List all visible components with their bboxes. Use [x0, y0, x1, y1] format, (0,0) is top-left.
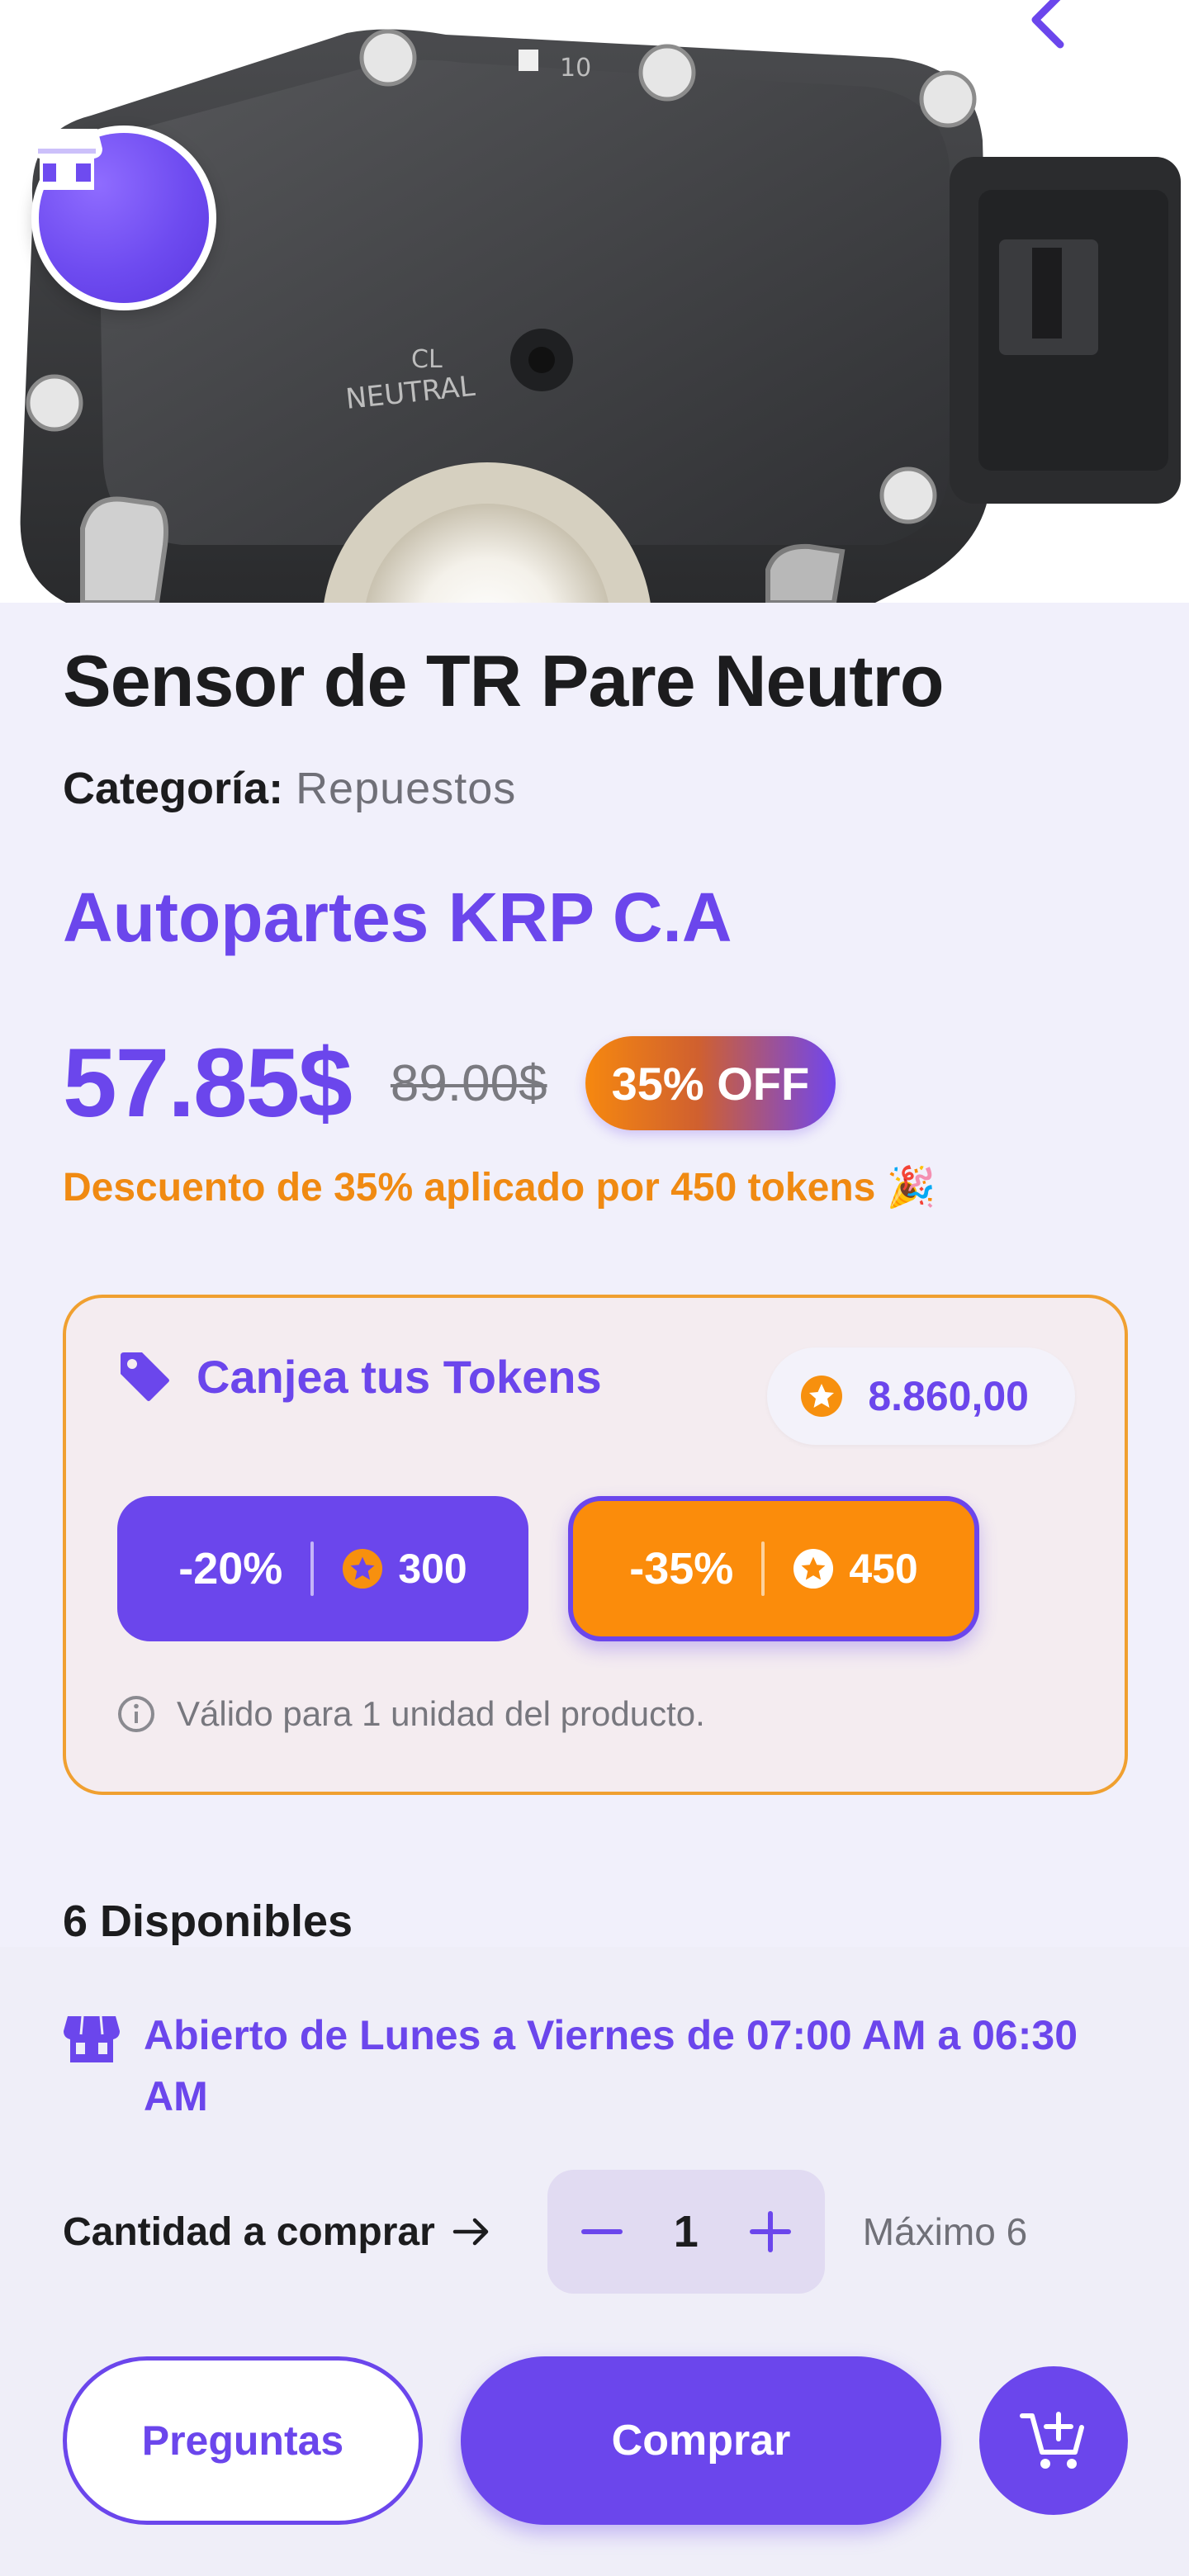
token-option-percent: -20%: [178, 1544, 283, 1593]
star-coin-icon: [343, 1548, 383, 1589]
tokens-card: Canjea tus Tokens 8.860,00 -20% 300 -35%: [63, 1295, 1128, 1795]
tokens-title: Canjea tus Tokens: [197, 1350, 602, 1403]
tag-icon: [121, 1352, 169, 1401]
store-avatar-button[interactable]: [31, 125, 216, 310]
store-hours: Abierto de Lunes a Viernes de 07:00 AM a…: [63, 2005, 1144, 2127]
quantity-stepper: 1: [547, 2170, 825, 2294]
questions-button[interactable]: Preguntas: [63, 2356, 423, 2525]
quantity-max: Máximo 6: [862, 2210, 1028, 2253]
current-price: 57.85$: [63, 1029, 353, 1138]
store-name-link[interactable]: Autopartes KRP C.A: [63, 872, 732, 963]
discount-badge: 35% OFF: [585, 1036, 836, 1130]
discount-note: Descuento de 35% aplicado por 450 tokens…: [63, 1166, 936, 1210]
star-coin-icon: [793, 1548, 834, 1589]
token-option-percent: -35%: [629, 1544, 734, 1593]
ten-embossed-label: 10: [560, 54, 591, 83]
token-option-divider: [310, 1541, 315, 1596]
original-price: 89.00$: [390, 1054, 547, 1112]
store-hours-text: Abierto de Lunes a Viernes de 07:00 AM a…: [144, 2012, 1078, 2119]
stock-available: 6 Disponibles: [63, 1896, 353, 1946]
cart-plus-icon: [1020, 2412, 1084, 2469]
product-category: Categoría: Repuestos: [63, 760, 516, 817]
tokens-note-text: Válido para 1 unidad del producto.: [177, 1694, 705, 1733]
store-icon: [31, 129, 102, 190]
switch-illustration: NEUTRAL CL 10: [20, 29, 1181, 603]
category-label: Categoría:: [63, 764, 284, 813]
token-option-divider: [761, 1541, 765, 1596]
quantity-label: Cantidad a comprar: [63, 2209, 435, 2254]
quantity-row: Cantidad a comprar 1 Máximo 6: [63, 2170, 1136, 2294]
cl-embossed-label: CL: [411, 345, 443, 374]
buy-button[interactable]: Comprar: [461, 2356, 941, 2525]
arrow-right-icon: [452, 2218, 489, 2246]
add-to-cart-button[interactable]: [979, 2366, 1128, 2515]
product-detail-screen: NEUTRAL CL 10 Sensor de TR Pare Neutro C…: [0, 0, 1189, 2576]
plus-icon[interactable]: [749, 2210, 792, 2253]
purchase-sheet: Abierto de Lunes a Viernes de 07:00 AM a…: [0, 1947, 1189, 2576]
star-coin-icon: [801, 1376, 843, 1417]
product-title: Sensor de TR Pare Neutro: [63, 640, 945, 722]
category-value: Repuestos: [296, 764, 517, 813]
product-image: NEUTRAL CL 10: [0, 0, 1189, 603]
minus-icon[interactable]: [580, 2210, 623, 2253]
token-option-35[interactable]: -35% 450: [568, 1496, 979, 1641]
tokens-header: Canjea tus Tokens: [117, 1349, 602, 1404]
token-option-cost: 300: [398, 1546, 467, 1592]
token-option-20[interactable]: -20% 300: [117, 1496, 528, 1641]
token-option-cost: 450: [849, 1546, 918, 1592]
back-button[interactable]: [1024, 0, 1106, 58]
chevron-left-icon: [1031, 0, 1064, 49]
store-icon: [64, 2015, 120, 2062]
quantity-value: 1: [673, 2207, 699, 2256]
price-row: 57.85$ 89.00$ 35% OFF: [63, 1025, 836, 1141]
token-balance: 8.860,00: [767, 1347, 1075, 1445]
tokens-note: Válido para 1 unidad del producto.: [117, 1694, 705, 1734]
token-balance-value: 8.860,00: [868, 1373, 1029, 1419]
info-icon: [118, 1696, 154, 1732]
